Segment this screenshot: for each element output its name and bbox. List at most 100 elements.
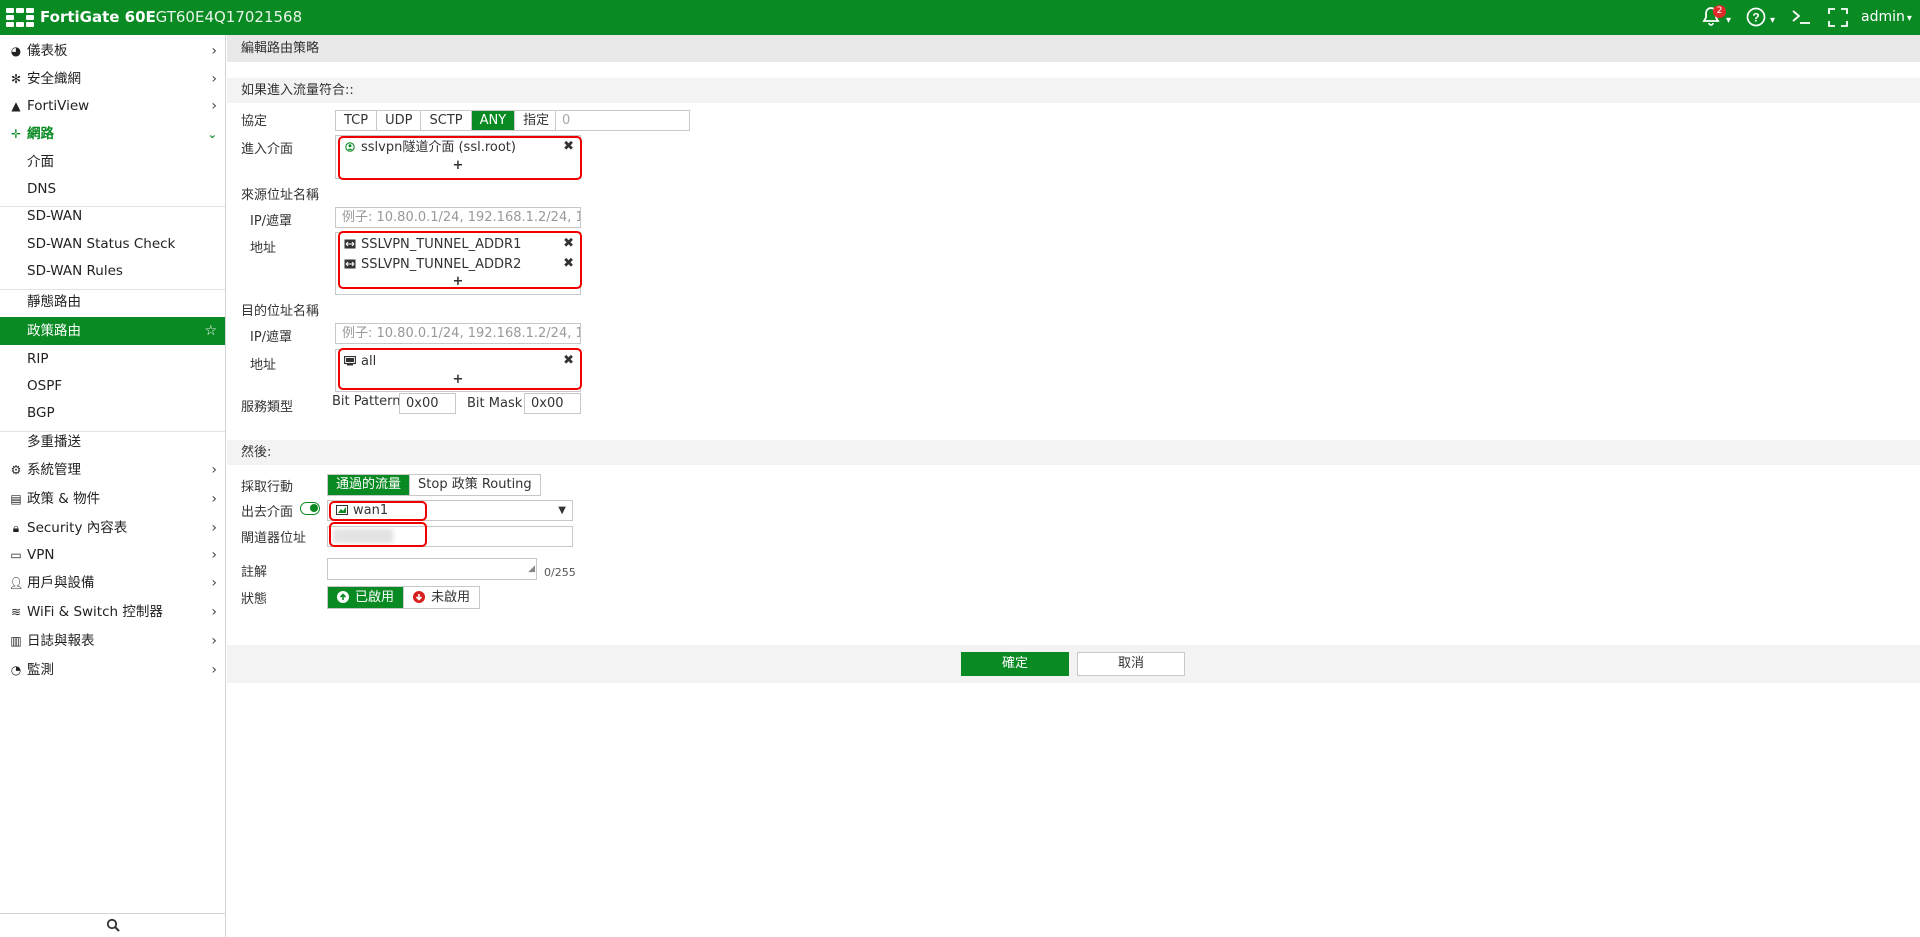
sidebar-item-multicast[interactable]: 多重播送 [0, 429, 225, 456]
protocol-any[interactable]: ANY [471, 111, 516, 130]
ok-button[interactable]: 確定 [961, 652, 1069, 676]
sidebar-item-label: RIP [27, 351, 49, 367]
sidebar-item-dns[interactable]: DNS [0, 176, 225, 203]
highlight-source-address [338, 231, 582, 289]
resize-handle-icon[interactable]: ◢ [528, 560, 535, 579]
protocol-tcp[interactable]: TCP [336, 111, 378, 130]
sidebar-item-wifi-switch[interactable]: ≋ WiFi & Switch 控制器 › [0, 599, 225, 626]
sidebar-item-label: 多重播送 [27, 434, 81, 450]
security-fabric-icon: ✻ [10, 72, 22, 86]
sidebar-item-security-fabric[interactable]: ✻ 安全織網 › [0, 66, 225, 93]
sidebar-item-static-routes[interactable]: 靜態路由 [0, 289, 225, 316]
highlight-incoming-interface [338, 136, 582, 180]
cli-console-icon[interactable] [1791, 8, 1811, 30]
sidebar-item-label: 網路 [27, 126, 54, 142]
sidebar-item-fortiview[interactable]: ▲ FortiView › [0, 93, 225, 120]
sidebar-item-label: 儀表板 [27, 43, 68, 59]
action-selector: 通過的流量 Stop 政策 Routing [327, 474, 541, 496]
search-icon [106, 918, 120, 932]
source-ip-mask-input[interactable]: 例子: 10.80.0.1/24, 192.168.1.2/24, 10. [335, 207, 581, 228]
comment-counter: 0/255 [544, 566, 576, 579]
chevron-right-icon: › [211, 662, 217, 678]
chevron-right-icon: › [211, 43, 217, 59]
sidebar-item-ospf[interactable]: OSPF [0, 373, 225, 400]
gateway-address-label: 閘道器位址 [241, 531, 307, 546]
sidebar-item-system[interactable]: ⚙ 系統管理 › [0, 457, 225, 484]
arrow-down-circle-icon [413, 590, 426, 603]
cancel-button[interactable]: 取消 [1077, 652, 1185, 676]
sidebar-item-label: 政策路由 [27, 323, 81, 339]
sidebar-item-label: SD-WAN Rules [27, 263, 123, 279]
action-label: 採取行動 [241, 480, 294, 495]
highlight-outgoing-interface [329, 501, 427, 521]
monitor-icon: ◔ [10, 663, 22, 677]
protocol-number-input[interactable]: 0 [555, 110, 690, 131]
sidebar-item-vpn[interactable]: ▭ VPN › [0, 542, 225, 569]
sidebar-item-sd-wan-status-check[interactable]: SD-WAN Status Check [0, 231, 225, 258]
fortinet-logo-icon [6, 8, 34, 28]
protocol-udp[interactable]: UDP [377, 111, 422, 130]
highlight-gateway-address [329, 522, 427, 547]
sidebar-item-label: SD-WAN [27, 208, 83, 224]
dashboard-icon: ◕ [10, 44, 22, 58]
sidebar-item-dashboard[interactable]: ◕ 儀表板 › [0, 38, 225, 65]
protocol-label: 協定 [241, 114, 268, 129]
page-title: 編輯路由策略 [227, 35, 1920, 62]
svg-text:?: ? [1752, 11, 1759, 25]
admin-username: admin [1861, 9, 1905, 25]
help-caret-icon[interactable]: ▾ [1770, 10, 1775, 32]
bit-mask-label: Bit Mask [467, 396, 523, 411]
action-stop-policy-routing[interactable]: Stop 政策 Routing [410, 475, 540, 495]
sidebar-item-bgp[interactable]: BGP [0, 400, 225, 427]
sidebar-search-button[interactable] [0, 913, 225, 937]
sidebar-item-label: WiFi & Switch 控制器 [27, 604, 163, 620]
sidebar-item-rip[interactable]: RIP [0, 346, 225, 373]
admin-user-menu[interactable]: admin ▾ [1861, 9, 1912, 25]
status-enabled-label: 已啟用 [355, 590, 395, 605]
sidebar-item-label: 介面 [27, 154, 54, 170]
sidebar-item-security-profiles[interactable]: 🔒︎ Security 內容表 › [0, 515, 225, 542]
protocol-specify[interactable]: 指定 [515, 111, 558, 130]
wifi-icon: ≋ [10, 605, 22, 619]
top-bar: FortiGate 60E FGT60E4Q17021568 2 ▾ ? ▾ a… [0, 0, 1920, 35]
sidebar-item-sd-wan[interactable]: SD-WAN [0, 203, 225, 230]
sidebar-item-log-report[interactable]: ▥ 日誌與報表 › [0, 628, 225, 655]
notification-badge: 2 [1713, 5, 1726, 18]
device-model: FortiGate 60E [40, 8, 156, 26]
source-address-label: 來源位址名稱 [241, 188, 320, 203]
sidebar-item-label: DNS [27, 181, 57, 197]
sidebar-item-user-device[interactable]: 👤︎ 用戶與設備 › [0, 570, 225, 597]
chevron-right-icon: › [211, 462, 217, 478]
help-icon[interactable]: ? [1746, 7, 1766, 29]
sidebar-item-policy-objects[interactable]: ▤ 政策 & 物件 › [0, 486, 225, 513]
status-disabled-button[interactable]: 未啟用 [404, 587, 480, 608]
sidebar-item-network[interactable]: ✛ 網路 ⌄ [0, 121, 225, 148]
chevron-right-icon: › [211, 71, 217, 87]
chevron-down-icon: ⌄ [207, 128, 217, 141]
notification-caret-icon[interactable]: ▾ [1726, 10, 1731, 32]
toggle-knob [310, 504, 318, 512]
sidebar-item-interfaces[interactable]: 介面 [0, 149, 225, 176]
star-favorite-icon[interactable]: ☆ [204, 317, 217, 345]
sidebar-item-monitor[interactable]: ◔ 監測 › [0, 657, 225, 684]
lock-icon: 🔒︎ [12, 521, 20, 535]
fullscreen-icon[interactable] [1828, 8, 1848, 30]
sidebar-item-label: BGP [27, 405, 55, 421]
fortiview-icon: ▲ [11, 99, 21, 113]
sidebar-item-label: 政策 & 物件 [27, 491, 101, 507]
sidebar-item-sd-wan-rules[interactable]: SD-WAN Rules [0, 258, 225, 285]
sidebar-item-policy-routes[interactable]: 政策路由 ☆ [0, 317, 225, 345]
status-enabled-button[interactable]: 已啟用 [328, 587, 405, 608]
sidebar-item-label: 靜態路由 [27, 294, 81, 310]
destination-ip-mask-input[interactable]: 例子: 10.80.0.1/24, 192.168.1.2/24, 10. [335, 323, 581, 344]
comment-textarea[interactable]: ◢ [327, 558, 537, 580]
bit-pattern-input[interactable]: 0x00 [399, 393, 456, 414]
status-selector: 已啟用 未啟用 [327, 586, 481, 609]
outgoing-interface-toggle[interactable] [300, 502, 320, 515]
status-disabled-label: 未啟用 [431, 590, 471, 605]
bit-mask-input[interactable]: 0x00 [524, 393, 581, 414]
sidebar-item-label: 日誌與報表 [27, 633, 95, 649]
protocol-sctp[interactable]: SCTP [421, 111, 472, 130]
action-forward-traffic[interactable]: 通過的流量 [328, 475, 411, 495]
sidebar-item-label: FortiView [27, 98, 90, 114]
